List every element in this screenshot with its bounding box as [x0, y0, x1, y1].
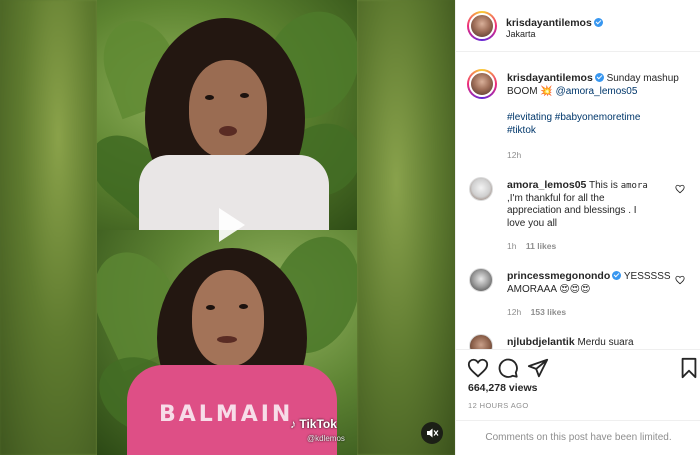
comments-list[interactable]: krisdayantilemos Sunday mashup BOOM 💥 @a…	[456, 53, 700, 349]
caption-mention[interactable]: @amora_lemos05	[556, 86, 638, 97]
post-header: krisdayantilemos Jakarta	[456, 0, 700, 52]
shirt-logo-text: BALMAIN	[159, 402, 294, 427]
video-frame-bottom: BALMAIN ♪ TikTok @kdlemos	[97, 230, 357, 455]
comment-line: Merdu suara	[577, 337, 634, 348]
author-avatar[interactable]	[467, 11, 497, 41]
like-comment-heart-icon[interactable]	[675, 275, 685, 285]
verified-badge-icon	[612, 271, 622, 280]
view-count[interactable]: 664,278 views	[468, 382, 537, 394]
post-actions: 664,278 views 12 HOURS AGO Comments on t…	[456, 349, 700, 455]
comment-line: love you all	[507, 217, 558, 229]
post-sidebar: krisdayantilemos Jakarta krisdayantilemo…	[455, 0, 700, 455]
comment-time[interactable]: 12h	[507, 307, 521, 317]
comment-meta: 12h 153 likes	[507, 307, 566, 317]
video-frame-top	[97, 0, 357, 230]
post-media[interactable]: BALMAIN ♪ TikTok @kdlemos	[0, 0, 455, 455]
play-icon[interactable]	[205, 200, 255, 250]
comment-avatar[interactable]	[469, 334, 493, 349]
comments-limited-notice: Comments on this post have been limited.	[456, 420, 700, 455]
post-location[interactable]: Jakarta	[506, 29, 536, 39]
caption-hashtags-1[interactable]: #levitating #babyonemoretime	[507, 112, 640, 125]
like-comment-heart-icon[interactable]	[675, 184, 685, 194]
bookmark-icon[interactable]	[678, 357, 700, 379]
comment-username[interactable]: princessmegonondo	[507, 270, 610, 282]
tiktok-watermark-user: @kdlemos	[307, 434, 345, 443]
caption-username[interactable]: krisdayantilemos	[507, 72, 593, 84]
comment-line-mono: amora	[620, 181, 648, 191]
comment-line: appreciation and blessings . I	[507, 205, 637, 216]
comment-username[interactable]: njlubdjelantik	[507, 336, 575, 348]
comment-avatar[interactable]	[469, 177, 493, 201]
share-icon[interactable]	[527, 357, 549, 379]
comment-line: ,I'm thankful for all the	[507, 192, 605, 204]
comment-time[interactable]: 1h	[507, 241, 516, 251]
tiktok-watermark: ♪ TikTok	[290, 417, 337, 431]
post-timestamp[interactable]: 12 HOURS AGO	[468, 401, 529, 410]
comment-text: princessmegonondo YESSSSS AMORAAA 😍😍😍	[507, 270, 677, 296]
comment-username[interactable]: amora_lemos05	[507, 179, 586, 191]
caption-emoji: 💥	[540, 85, 553, 97]
comment-avatar[interactable]	[469, 268, 493, 292]
media-blur-left	[0, 0, 97, 455]
caption-time[interactable]: 12h	[507, 150, 521, 160]
verified-badge-icon	[594, 73, 604, 82]
caption-text-block: krisdayantilemos Sunday mashup BOOM 💥 @a…	[507, 72, 687, 98]
comment-likes[interactable]: 11 likes	[526, 241, 556, 251]
comment-text: amora_lemos05 This is amora ,I'm thankfu…	[507, 179, 677, 230]
comment-text: njlubdjelantik Merdu suara	[507, 336, 677, 349]
media-blur-right	[357, 0, 455, 455]
heart-icon[interactable]	[467, 357, 489, 379]
comment-line: YESSSSS	[623, 271, 671, 282]
comment-icon[interactable]	[497, 357, 519, 379]
caption-hashtags-2[interactable]: #tiktok	[507, 125, 536, 138]
caption-avatar[interactable]	[467, 69, 497, 99]
comment-meta: 1h 11 likes	[507, 241, 556, 251]
verified-badge-icon	[593, 18, 603, 27]
speaker-mute-icon[interactable]	[421, 422, 443, 444]
comment-line: This is	[589, 180, 618, 191]
comment-line: AMORAAA 😍😍😍	[507, 283, 591, 295]
comment-likes[interactable]: 153 likes	[531, 307, 566, 317]
author-username[interactable]: krisdayantilemos	[506, 17, 592, 29]
